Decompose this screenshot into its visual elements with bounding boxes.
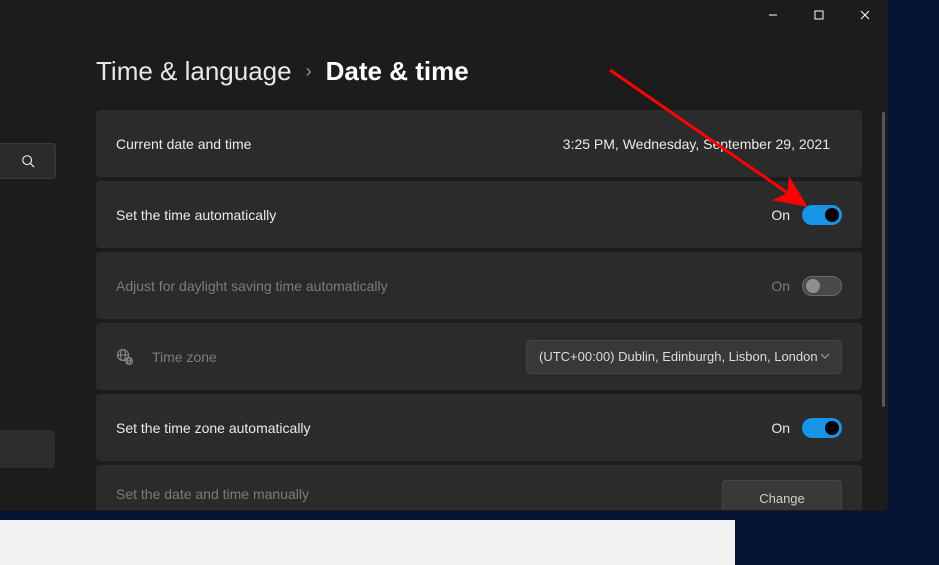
set-zone-auto-state: On — [771, 420, 790, 436]
scrollbar[interactable] — [882, 112, 885, 407]
set-manual-label: Set the date and time manually — [116, 486, 309, 502]
close-button[interactable] — [842, 0, 888, 30]
current-datetime-value: 3:25 PM, Wednesday, September 29, 2021 — [563, 136, 830, 152]
set-time-auto-state: On — [771, 207, 790, 223]
time-zone-dropdown[interactable]: (UTC+00:00) Dublin, Edinburgh, Lisbon, L… — [526, 340, 842, 374]
row-current-datetime: Current date and time 3:25 PM, Wednesday… — [96, 110, 862, 177]
dst-auto-toggle[interactable] — [802, 276, 842, 296]
row-set-time-auto: Set the time automatically On — [96, 181, 862, 248]
sidebar-item-selected[interactable] — [0, 430, 55, 468]
settings-window: Time & language › Date & time Current da… — [0, 0, 888, 511]
set-time-auto-toggle[interactable] — [802, 205, 842, 225]
window-controls — [750, 0, 888, 32]
time-zone-value: (UTC+00:00) Dublin, Edinburgh, Lisbon, L… — [539, 349, 818, 364]
minimize-button[interactable] — [750, 0, 796, 30]
set-zone-auto-label: Set the time zone automatically — [116, 420, 311, 436]
search-icon — [21, 154, 35, 168]
set-zone-auto-toggle[interactable] — [802, 418, 842, 438]
search-input[interactable] — [0, 143, 56, 179]
globe-icon — [116, 348, 134, 366]
time-zone-label: Time zone — [116, 348, 217, 366]
set-time-auto-label: Set the time automatically — [116, 207, 276, 223]
breadcrumb: Time & language › Date & time — [96, 56, 469, 87]
screenshot-cutoff — [0, 520, 735, 565]
chevron-right-icon: › — [306, 61, 312, 82]
dst-auto-state: On — [771, 278, 790, 294]
current-datetime-label: Current date and time — [116, 136, 251, 152]
breadcrumb-current: Date & time — [326, 56, 469, 87]
row-set-manual: Set the date and time manually Change — [96, 465, 862, 510]
row-time-zone: Time zone (UTC+00:00) Dublin, Edinburgh,… — [96, 323, 862, 390]
settings-content: Current date and time 3:25 PM, Wednesday… — [96, 110, 862, 510]
maximize-button[interactable] — [796, 0, 842, 30]
dst-auto-label: Adjust for daylight saving time automati… — [116, 278, 388, 294]
breadcrumb-parent[interactable]: Time & language — [96, 56, 292, 87]
chevron-down-icon — [819, 350, 831, 365]
change-button[interactable]: Change — [722, 480, 842, 510]
row-dst-auto: Adjust for daylight saving time automati… — [96, 252, 862, 319]
row-set-zone-auto: Set the time zone automatically On — [96, 394, 862, 461]
